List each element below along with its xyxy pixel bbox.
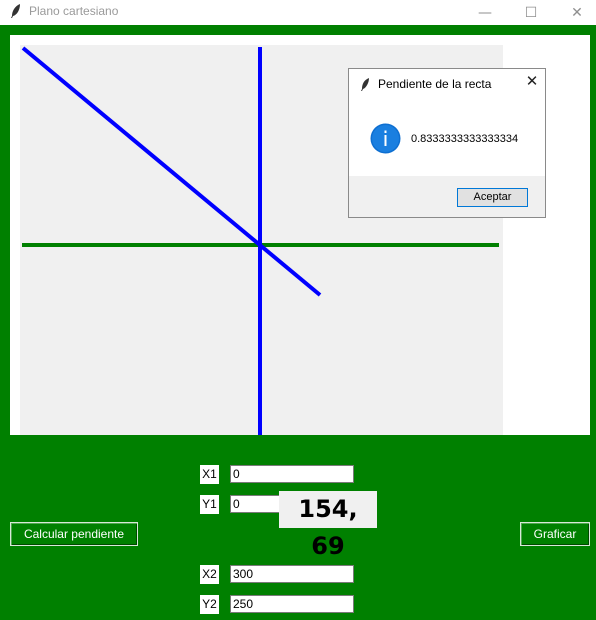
dialog-close-button[interactable]: ✕ bbox=[523, 73, 541, 91]
x1-input[interactable]: 0 bbox=[230, 465, 354, 483]
y2-label: Y2 bbox=[200, 595, 219, 614]
dialog-title: Pendiente de la recta bbox=[378, 77, 492, 91]
slope-dialog: Pendiente de la recta ✕ 0.83333333333333… bbox=[348, 68, 546, 218]
ok-button[interactable]: Aceptar bbox=[457, 188, 528, 207]
coordinates-display: 154, 69 bbox=[279, 491, 377, 560]
calcular-pendiente-button[interactable]: Calcular pendiente bbox=[10, 522, 138, 546]
dialog-footer: Aceptar bbox=[349, 176, 545, 217]
plot-canvas[interactable]: Pendiente de la recta ✕ 0.83333333333333… bbox=[10, 35, 590, 435]
minimize-button[interactable]: — bbox=[462, 0, 508, 25]
title-bar: Plano cartesiano — ☐ ✕ bbox=[0, 0, 596, 25]
maximize-button[interactable]: ☐ bbox=[508, 0, 554, 25]
y2-input[interactable]: 250 bbox=[230, 595, 354, 613]
feather-icon bbox=[11, 4, 20, 18]
dialog-message: 0.8333333333333334 bbox=[411, 133, 519, 145]
x1-label: X1 bbox=[200, 465, 219, 484]
info-icon bbox=[370, 123, 401, 154]
x2-input[interactable]: 300 bbox=[230, 565, 354, 583]
graficar-button[interactable]: Graficar bbox=[520, 522, 590, 546]
x2-label: X2 bbox=[200, 565, 219, 584]
close-button[interactable]: ✕ bbox=[554, 0, 596, 25]
y1-label: Y1 bbox=[200, 495, 219, 514]
main-frame: Pendiente de la recta ✕ 0.83333333333333… bbox=[0, 25, 596, 620]
window-title: Plano cartesiano bbox=[29, 4, 119, 18]
feather-icon bbox=[361, 78, 369, 91]
